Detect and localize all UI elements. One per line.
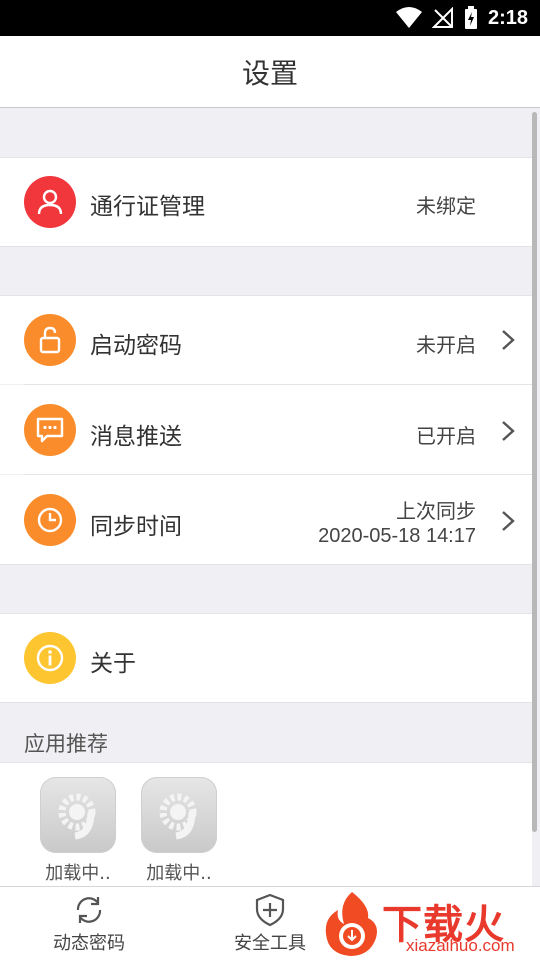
app-label: 加载中.. <box>45 863 111 884</box>
wifi-icon <box>395 7 422 28</box>
refresh-icon <box>76 897 102 923</box>
about-row[interactable]: 关于 <box>0 614 532 702</box>
shield-plus-icon <box>255 893 285 927</box>
tab-dynamic-password[interactable]: 动态密码 <box>34 893 144 955</box>
push-label: 消息推送 <box>90 424 182 450</box>
message-icon <box>24 404 76 456</box>
sync-time-label: 同步时间 <box>90 514 182 540</box>
push-status: 已开启 <box>416 424 476 448</box>
tab-label: 动态密码 <box>53 933 125 954</box>
watermark-url: xiazaihuo.com <box>406 936 515 955</box>
divider <box>0 564 532 565</box>
about-label: 关于 <box>90 651 136 677</box>
clock: 2:18 <box>487 6 528 29</box>
account-label: 通行证管理 <box>90 194 205 220</box>
status-bar: 2:18 <box>0 0 540 36</box>
tab-label: 安全工具 <box>234 933 306 954</box>
app-placeholder-icon <box>141 777 217 853</box>
title-bar: 设置 <box>0 36 540 108</box>
launch-password-label: 启动密码 <box>90 333 182 359</box>
sync-time-caption: 上次同步 <box>396 499 476 523</box>
user-icon <box>24 176 76 228</box>
chevron-right-icon <box>502 330 515 350</box>
launch-password-status: 未开启 <box>416 333 476 357</box>
divider <box>0 157 532 158</box>
recommended-app[interactable]: 加载中.. <box>40 777 116 885</box>
recommend-apps: 加载中.. 加载中.. <box>0 762 532 886</box>
sync-time-row[interactable]: 同步时间 上次同步 2020-05-18 14:17 <box>0 475 532 564</box>
divider <box>0 702 532 703</box>
clock-icon <box>24 494 76 546</box>
page-title: 设置 <box>241 56 298 90</box>
chevron-right-icon <box>502 421 515 441</box>
tab-security-tools[interactable]: 安全工具 <box>215 893 325 955</box>
launch-password-row[interactable]: 启动密码 未开启 <box>0 296 532 384</box>
recommended-app[interactable]: 加载中.. <box>141 777 217 885</box>
push-row[interactable]: 消息推送 已开启 <box>0 385 532 474</box>
watermark-logo: 下载火 xiazaihuo.com <box>318 888 540 960</box>
chevron-right-icon <box>502 511 515 531</box>
battery-charging-icon <box>464 6 477 29</box>
scrollbar[interactable] <box>532 112 537 832</box>
account-status: 未绑定 <box>416 194 476 218</box>
flame-logo-icon <box>325 892 377 956</box>
divider <box>0 246 532 247</box>
unlock-icon <box>24 314 76 366</box>
recommend-title: 应用推荐 <box>24 732 108 756</box>
sync-time-value: 2020-05-18 14:17 <box>318 525 476 547</box>
app-placeholder-icon <box>40 777 116 853</box>
account-row[interactable]: 通行证管理 未绑定 <box>0 157 532 247</box>
app-label: 加载中.. <box>146 863 212 884</box>
info-icon <box>24 632 76 684</box>
no-signal-icon <box>431 7 453 28</box>
